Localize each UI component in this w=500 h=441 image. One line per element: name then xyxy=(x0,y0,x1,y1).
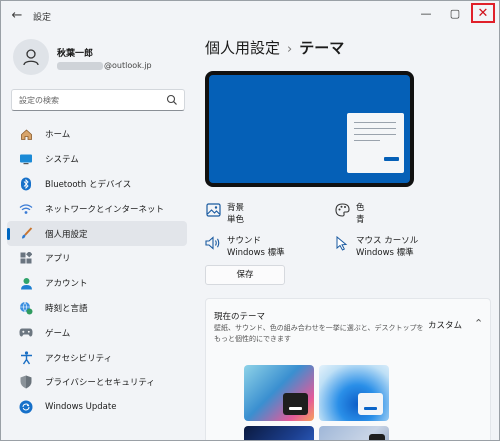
sidebar-item-label: アプリ xyxy=(45,254,71,265)
sound-title: サウンド xyxy=(227,236,262,246)
sidebar-item-privacy-security[interactable]: プライバシーとセキュリティ xyxy=(7,370,187,395)
sidebar-item-bluetooth[interactable]: Bluetooth とデバイス xyxy=(7,172,187,197)
back-arrow-icon[interactable]: ← xyxy=(9,8,25,24)
picture-icon xyxy=(205,202,221,218)
breadcrumb-separator: › xyxy=(287,42,293,57)
sidebar-item-label: ホーム xyxy=(45,130,71,141)
update-icon xyxy=(19,400,33,414)
preview-window xyxy=(347,113,404,173)
gamepad-icon xyxy=(19,326,33,340)
sidebar-item-label: アカウント xyxy=(45,279,88,290)
home-icon xyxy=(19,127,33,141)
current-theme-title: 現在のテーマ xyxy=(214,312,266,322)
apps-icon xyxy=(19,251,33,265)
brush-icon xyxy=(19,227,33,241)
sidebar-item-label: システム xyxy=(45,155,79,166)
close-icon: ✕ xyxy=(477,6,489,21)
search-input[interactable] xyxy=(12,90,162,110)
close-button[interactable]: ✕ xyxy=(471,3,495,23)
sidebar-item-home[interactable]: ホーム xyxy=(7,122,187,147)
preview-screen xyxy=(209,75,410,183)
sidebar-item-accessibility[interactable]: アクセシビリティ xyxy=(7,345,187,370)
sidebar-item-label: Bluetooth とデバイス xyxy=(45,179,132,190)
color-setting[interactable]: 色青 xyxy=(334,202,365,226)
sidebar-item-label: ネットワークとインターネット xyxy=(45,204,165,215)
sound-setting[interactable]: サウンド Windows 標準 xyxy=(205,235,285,259)
current-theme-value: カスタム xyxy=(428,321,463,331)
accessibility-icon xyxy=(19,350,33,365)
cursor-title: マウス カーソル xyxy=(356,236,419,246)
sidebar-item-network[interactable]: ネットワークとインターネット xyxy=(7,196,187,221)
minimize-button[interactable]: — xyxy=(413,1,439,27)
system-icon xyxy=(19,152,33,166)
chevron-up-icon[interactable]: ⌃ xyxy=(474,317,483,330)
theme-preview xyxy=(205,71,414,187)
wifi-icon xyxy=(19,202,33,216)
theme-thumbnail[interactable] xyxy=(244,426,314,440)
avatar xyxy=(13,39,49,75)
breadcrumb-parent[interactable]: 個人用設定 xyxy=(205,39,280,57)
sidebar-item-accounts[interactable]: アカウント xyxy=(7,271,187,296)
sound-value: Windows 標準 xyxy=(227,248,285,258)
globe-clock-icon xyxy=(19,301,33,315)
title-bar: ← 設定 — ▢ ✕ xyxy=(1,1,499,31)
theme-thumbnail[interactable] xyxy=(244,365,314,421)
shield-icon xyxy=(19,375,33,389)
window-title: 設定 xyxy=(33,13,52,23)
save-button[interactable]: 保存 xyxy=(205,265,285,285)
sidebar-item-label: プライバシーとセキュリティ xyxy=(45,378,155,389)
user-name: 秋葉一郎 xyxy=(57,49,94,59)
sidebar-item-time-language[interactable]: 時刻と言語 xyxy=(7,296,187,321)
cursor-setting[interactable]: マウス カーソル Windows 標準 xyxy=(334,235,418,259)
sidebar-item-windows-update[interactable]: Windows Update xyxy=(7,395,187,420)
sidebar-item-personalization[interactable]: 個人用設定 xyxy=(7,221,187,246)
bluetooth-icon xyxy=(19,177,33,191)
theme-color-badge xyxy=(369,434,385,440)
current-theme-panel: 現在のテーマ 壁紙、サウンド、色の組み合わせを一挙に選ぶと、デスクトップをもっと… xyxy=(205,298,491,440)
settings-search[interactable] xyxy=(11,89,185,111)
page-title: テーマ xyxy=(299,39,345,57)
background-setting[interactable]: 背景 単色 xyxy=(205,202,244,226)
settings-window: ← 設定 — ▢ ✕ 秋葉一郎 @outlook.jp ホーム シス xyxy=(0,0,500,441)
user-email: @outlook.jp xyxy=(57,61,152,70)
sidebar-item-label: 個人用設定 xyxy=(45,229,88,240)
theme-color-badge xyxy=(283,393,308,415)
sidebar-item-system[interactable]: システム xyxy=(7,147,187,172)
cursor-icon xyxy=(334,235,350,251)
theme-thumbnail[interactable] xyxy=(319,365,389,421)
breadcrumb: 個人用設定 › テーマ xyxy=(205,37,344,58)
background-title: 背景 xyxy=(227,203,245,213)
theme-color-badge xyxy=(358,393,383,415)
current-theme-description: 壁紙、サウンド、色の組み合わせを一挙に選ぶと、デスクトップをもっと個性的にできま… xyxy=(214,324,424,343)
maximize-button[interactable]: ▢ xyxy=(442,1,468,27)
email-domain: @outlook.jp xyxy=(104,61,152,70)
palette-icon xyxy=(334,202,350,218)
background-value: 単色 xyxy=(227,215,245,225)
sidebar-item-gaming[interactable]: ゲーム xyxy=(7,320,187,345)
color-value: 青 xyxy=(356,215,365,225)
sidebar-item-apps[interactable]: アプリ xyxy=(7,246,187,271)
sidebar-item-label: Windows Update xyxy=(45,402,117,413)
person-icon xyxy=(23,49,39,66)
sidebar-item-label: アクセシビリティ xyxy=(45,353,113,364)
email-redaction xyxy=(57,61,103,70)
account-icon xyxy=(19,276,33,290)
sidebar-item-label: ゲーム xyxy=(45,328,71,339)
search-icon[interactable] xyxy=(166,94,178,106)
cursor-value: Windows 標準 xyxy=(356,248,414,258)
theme-thumbnail[interactable] xyxy=(319,426,389,440)
sidebar-nav: ホーム システム Bluetooth とデバイス ネットワークとインターネット … xyxy=(7,122,187,420)
speaker-icon xyxy=(205,235,221,251)
sidebar-item-label: 時刻と言語 xyxy=(45,303,88,314)
color-title: 色 xyxy=(356,203,365,213)
